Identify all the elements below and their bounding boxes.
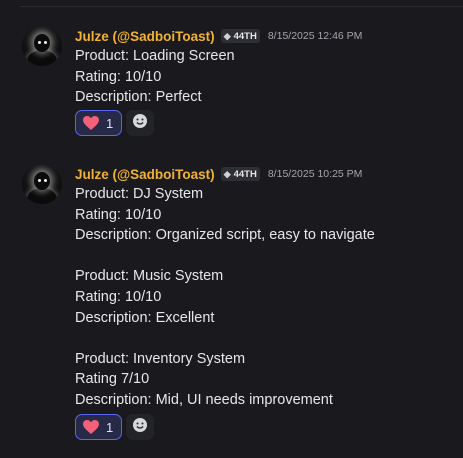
heart-reaction-button[interactable]: 1 <box>75 110 123 136</box>
message-header: Julze (@SadboiToast) ◆ 44TH 8/15/2025 12… <box>75 26 362 46</box>
message-line: Description: Organized script, easy to n… <box>75 227 375 244</box>
avatar[interactable] <box>22 164 62 204</box>
guild-tag-badge[interactable]: ◆ 44TH <box>220 29 260 43</box>
message-content: Product: Loading Screen Rating: 10/10 De… <box>75 46 235 108</box>
message-line: Description: Mid, UI needs improvement <box>75 391 333 408</box>
message-line: Product: Music System <box>75 268 224 285</box>
message-line: Description: Excellent <box>75 309 215 326</box>
message-line: Rating: 10/10 <box>75 68 162 85</box>
message-line: Product: Loading Screen <box>75 48 235 64</box>
message-line: Product: DJ System <box>75 186 204 202</box>
badge-label: 44TH <box>233 30 257 42</box>
timestamp: 8/15/2025 10:25 PM <box>267 168 363 180</box>
message-line: Rating: 10/10 <box>75 288 162 305</box>
reaction-count: 1 <box>106 419 114 435</box>
reaction-bar: 1 <box>75 110 155 136</box>
heart-icon <box>82 115 100 131</box>
message-content: Product: DJ System Rating: 10/10 Descrip… <box>75 184 375 411</box>
message-line: Product: Inventory System <box>75 350 246 367</box>
message-line <box>75 246 375 267</box>
username[interactable]: Julze (@SadboiToast) <box>75 29 215 44</box>
message-line: Description: Perfect <box>75 89 202 106</box>
add-reaction-button[interactable] <box>126 110 155 136</box>
message-line: Rating: 10/10 <box>75 206 162 223</box>
smiley-icon <box>132 417 148 437</box>
add-reaction-button[interactable] <box>126 414 155 440</box>
badge-label: 44TH <box>233 168 257 180</box>
message-line: Rating 7/10 <box>75 371 150 388</box>
avatar[interactable] <box>22 26 62 66</box>
message-line <box>75 328 375 349</box>
username[interactable]: Julze (@SadboiToast) <box>75 167 215 182</box>
heart-icon <box>82 419 100 435</box>
tag-icon: ◆ <box>223 168 231 179</box>
timestamp: 8/15/2025 12:46 PM <box>267 30 363 42</box>
heart-reaction-button[interactable]: 1 <box>75 414 123 440</box>
tag-icon: ◆ <box>223 30 231 41</box>
reaction-count: 1 <box>106 115 114 131</box>
message-header: Julze (@SadboiToast) ◆ 44TH 8/15/2025 10… <box>75 164 362 184</box>
top-divider <box>20 6 463 7</box>
guild-tag-badge[interactable]: ◆ 44TH <box>220 167 260 181</box>
smiley-icon <box>132 113 148 133</box>
reaction-bar: 1 <box>75 414 155 440</box>
